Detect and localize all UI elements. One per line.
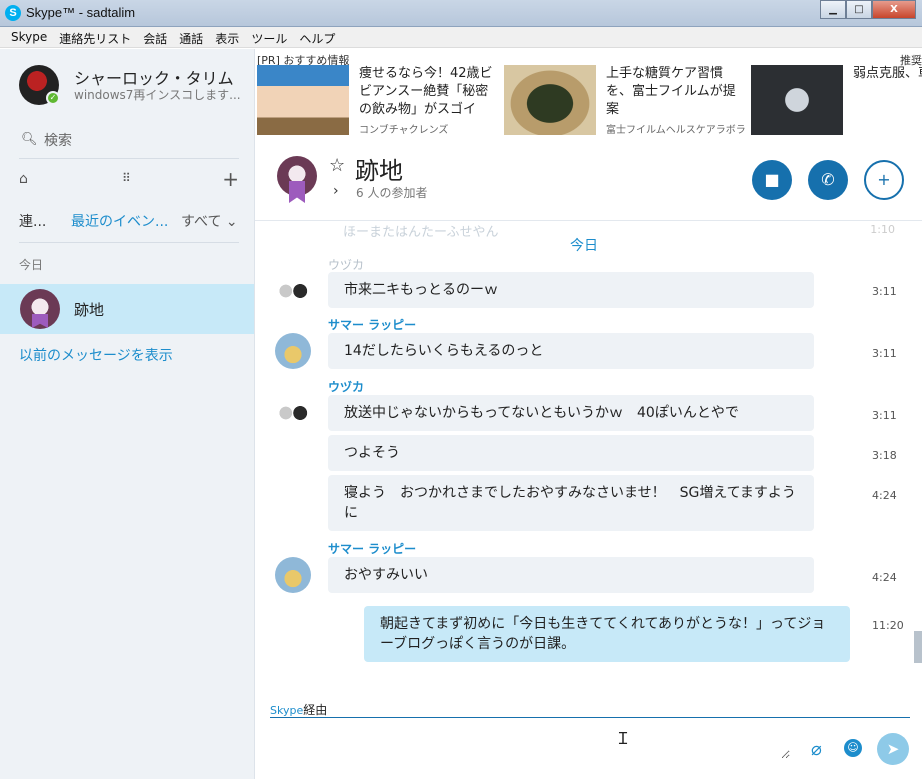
favorite-star-icon[interactable]: ☆ (329, 155, 345, 176)
avatar[interactable] (275, 395, 311, 431)
tab-contacts[interactable]: 連... (19, 211, 46, 231)
search-placeholder: 検索 (44, 133, 72, 149)
compose-divider (270, 717, 910, 718)
menu-contacts[interactable]: 連絡先リスト (54, 27, 138, 47)
sender-name: サマー ラッピー (328, 542, 417, 556)
title-bar: S Skype™ - sadtalim ▁ □ X (0, 0, 922, 27)
avatar[interactable] (275, 273, 311, 309)
via-suffix: 経由 (303, 703, 328, 717)
message-input[interactable] (270, 719, 790, 759)
send-button[interactable]: ➤ (877, 733, 909, 765)
maximize-button[interactable]: □ (846, 0, 872, 19)
message-time: 3:11 (872, 285, 897, 298)
own-message-bubble[interactable]: 朝起きてまず初めに「今日も生きててくれてありがとうな！」ってジョーブログっぽく言… (364, 606, 850, 662)
profile-mood[interactable]: windows7再インスコします... (74, 86, 244, 103)
ad-image[interactable] (751, 65, 843, 135)
sender-name: ウヅカ (328, 258, 365, 272)
sender-name: ウヅカ (328, 380, 365, 394)
contact-tabs: 連... 最近のイベン... すべて ⌄ (19, 209, 239, 243)
chevron-down-icon: ⌄ (225, 214, 238, 230)
dialpad-icon[interactable]: ⠿ (122, 171, 131, 185)
search-box[interactable]: 🔍︎ 検索 (19, 129, 239, 159)
message-time: 4:24 (872, 571, 897, 584)
faded-message-time: 1:10 (870, 223, 895, 236)
add-participant-button[interactable]: + (864, 160, 904, 200)
via-label: Skype経由 (270, 701, 327, 718)
message-time: 11:20 (872, 619, 904, 632)
ad-text[interactable]: 弱点克服、車するクモ型ロ (853, 65, 922, 83)
ad-source: コンブチャクレンズ (359, 125, 449, 136)
via-skype: Skype (270, 704, 304, 717)
sidebar: ✓ シャーロック・タリム windows7再インスコします... 🔍︎ 検索 ⌂… (0, 49, 255, 779)
skype-logo-icon: S (5, 5, 21, 21)
search-icon: 🔍︎ (21, 132, 38, 147)
message-bubble[interactable]: つよそう (328, 435, 814, 471)
attach-file-icon[interactable]: ⌀ (811, 739, 822, 760)
message-bubble[interactable]: 放送中じゃないからもってないともいうかｗ 40ぽいんとやで (328, 395, 814, 431)
main-panel: [PR] おすすめ情報 推奨 痩せるなら今！42歳ビビアンスー絶賛「秘密の飲み物… (255, 49, 922, 779)
ad-banner: [PR] おすすめ情報 推奨 痩せるなら今！42歳ビビアンスー絶賛「秘密の飲み物… (255, 49, 922, 139)
menu-call[interactable]: 通話 (174, 27, 210, 47)
minimize-button[interactable]: ▁ (820, 0, 846, 19)
voice-call-button[interactable]: ✆ (808, 160, 848, 200)
ad-image[interactable] (504, 65, 596, 135)
message-list: ほーまたはんたーふせやん 1:10 今日 ウヅカ 市来二キもっとるのーｗ 3:1… (255, 221, 922, 691)
conversation-name: 跡地 (74, 301, 105, 319)
online-status-icon: ✓ (46, 91, 60, 105)
scrollbar-thumb[interactable] (914, 631, 922, 663)
ad-text[interactable]: 痩せるなら今！42歳ビビアンスー絶賛「秘密の飲み物」がスゴイ (359, 65, 494, 119)
ad-source: 富士フイルムヘルスケアラボラ (606, 125, 746, 136)
video-call-button[interactable]: ■ (752, 160, 792, 200)
avatar[interactable] (275, 333, 311, 369)
message-time: 3:11 (872, 409, 897, 422)
day-separator: 今日 (570, 238, 598, 254)
text-cursor-icon: Ｉ (615, 729, 632, 748)
ad-text[interactable]: 上手な糖質ケア習慣を、富士フイルムが提案 (606, 65, 741, 119)
filter-label: すべて (181, 214, 222, 230)
message-bubble[interactable]: 14だしたらいくらもえるのっと (328, 333, 814, 369)
home-icon[interactable]: ⌂ (19, 171, 28, 187)
phone-icon: ✆ (821, 170, 835, 189)
chat-title[interactable]: 跡地 (355, 151, 403, 186)
sender-name: サマー ラッピー (328, 318, 417, 332)
message-bubble[interactable]: 寝よう おつかれさまでしたおやすみなさいませ！ SG増えてますように (328, 475, 814, 531)
menu-skype[interactable]: Skype (6, 27, 54, 47)
message-time: 3:11 (872, 347, 897, 360)
send-icon: ➤ (886, 740, 900, 758)
video-camera-icon: ■ (764, 170, 780, 189)
avatar[interactable] (275, 557, 311, 593)
chat-header: ☆ 跡地 › 6 人の参加者 ■ ✆ + (255, 141, 922, 221)
menu-tools[interactable]: ツール (246, 27, 294, 47)
menu-bar: Skype 連絡先リスト 会話 通話 表示 ツール ヘルプ (0, 27, 922, 48)
faded-message: ほーまたはんたーふせやん (343, 225, 499, 240)
ad-image[interactable] (257, 65, 349, 135)
conversation-item[interactable]: 跡地 (0, 284, 254, 334)
emoticon-icon[interactable]: ☺ (844, 739, 862, 757)
window-title: Skype™ - sadtalim (26, 5, 136, 20)
sidebar-toolbar: ⌂ ⠿ + (19, 167, 239, 191)
participant-count[interactable]: 6 人の参加者 (356, 184, 427, 201)
close-button[interactable]: X (872, 0, 916, 19)
menu-help[interactable]: ヘルプ (294, 27, 342, 47)
ribbon-icon (289, 181, 305, 203)
menu-conversation[interactable]: 会話 (138, 27, 174, 47)
add-person-icon: + (877, 170, 891, 189)
section-header-today: 今日 (19, 258, 44, 272)
message-bubble[interactable]: 市来二キもっとるのーｗ (328, 272, 814, 308)
message-time: 3:18 (872, 449, 897, 462)
tab-recent[interactable]: 最近のイベン... (71, 211, 168, 231)
window-controls: ▁ □ X (820, 0, 916, 19)
filter-dropdown[interactable]: すべて ⌄ (181, 211, 238, 231)
chevron-right-icon[interactable]: › (333, 183, 339, 199)
message-time: 4:24 (872, 489, 897, 502)
add-icon[interactable]: + (222, 167, 239, 191)
show-older-messages-link[interactable]: 以前のメッセージを表示 (19, 345, 173, 365)
message-bubble[interactable]: おやすみいい (328, 557, 814, 593)
menu-view[interactable]: 表示 (210, 27, 246, 47)
